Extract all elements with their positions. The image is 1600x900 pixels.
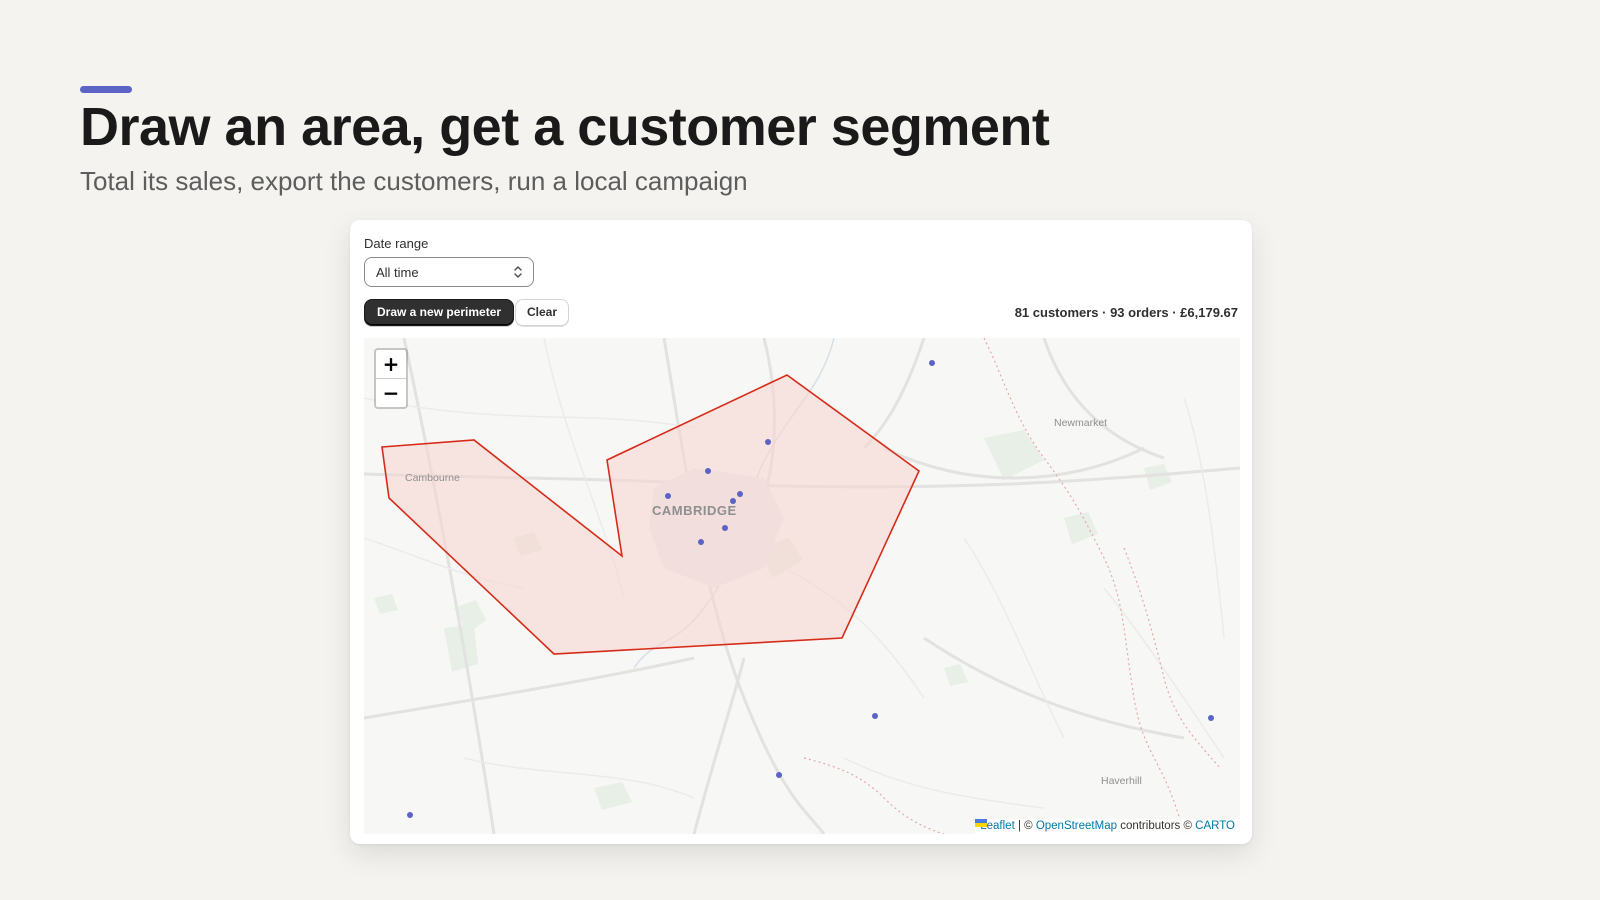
date-range-select[interactable]: All time xyxy=(364,257,534,287)
customer-marker[interactable] xyxy=(665,493,671,499)
place-label-cambourne: Cambourne xyxy=(405,472,460,484)
place-label-cambridge: CAMBRIDGE xyxy=(652,503,737,518)
customer-marker[interactable] xyxy=(929,360,935,366)
customer-marker[interactable] xyxy=(705,468,711,474)
clear-button[interactable]: Clear xyxy=(515,299,570,326)
customer-marker[interactable] xyxy=(765,439,771,445)
customer-marker[interactable] xyxy=(698,539,704,545)
zoom-in-icon[interactable]: + xyxy=(376,350,406,379)
customer-marker[interactable] xyxy=(872,713,878,719)
map-county-boundary-2 xyxy=(803,757,945,834)
segment-card: Date range All time Draw a new perimeter… xyxy=(350,220,1252,844)
zoom-control: + − xyxy=(374,348,408,409)
page-subheadline: Total its sales, export the customers, r… xyxy=(80,166,748,196)
attribution-separator: | © xyxy=(1014,820,1036,832)
customer-marker[interactable] xyxy=(776,772,782,778)
place-label-newmarket: Newmarket xyxy=(1054,417,1107,429)
chevron-updown-icon xyxy=(514,266,522,278)
customer-marker[interactable] xyxy=(722,525,728,531)
draw-perimeter-button[interactable]: Draw a new perimeter xyxy=(364,299,515,326)
attribution-contributors: contributors © xyxy=(1117,820,1196,832)
customer-marker[interactable] xyxy=(1208,715,1214,721)
customer-marker[interactable] xyxy=(737,491,743,497)
page-headline: Draw an area, get a customer segment xyxy=(80,97,1050,157)
customer-marker[interactable] xyxy=(407,812,413,818)
ukraine-flag-icon xyxy=(975,819,988,827)
date-range-value: All time xyxy=(376,265,419,280)
carto-link[interactable]: CARTO xyxy=(1195,820,1235,832)
date-range-label: Date range xyxy=(364,236,429,251)
map-attribution: Leaflet | © OpenStreetMap contributors ©… xyxy=(975,819,1240,834)
osm-link[interactable]: OpenStreetMap xyxy=(1036,820,1117,832)
accent-bar xyxy=(80,86,132,93)
segment-stats: 81 customers · 93 orders · £6,179.67 xyxy=(1014,305,1238,320)
place-label-haverhill: Haverhill xyxy=(1101,775,1142,787)
map-county-boundary xyxy=(983,338,1185,834)
map[interactable]: CAMBRIDGE Cambourne Newmarket Haverhill xyxy=(364,338,1240,834)
customer-marker[interactable] xyxy=(730,498,736,504)
map-canvas[interactable]: CAMBRIDGE Cambourne Newmarket Haverhill xyxy=(364,338,1240,834)
zoom-out-icon[interactable]: − xyxy=(376,379,406,407)
